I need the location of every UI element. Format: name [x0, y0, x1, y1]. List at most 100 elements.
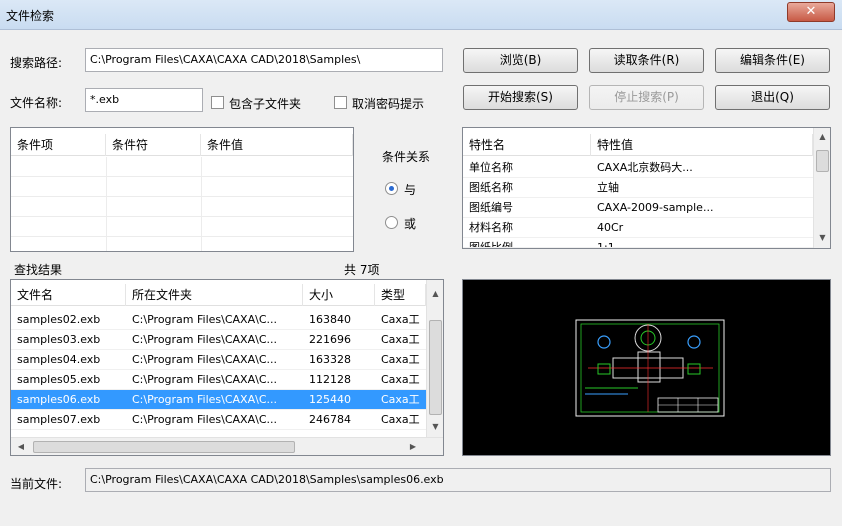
col-property-name[interactable]: 特性名	[463, 134, 591, 156]
property-row[interactable]: 图纸比例 1:1	[463, 238, 813, 248]
property-value: CAXA-2009-sample...	[597, 201, 714, 214]
col-property-value[interactable]: 特性值	[591, 134, 813, 156]
property-value: 40Cr	[597, 221, 624, 234]
result-type: Caxa工	[381, 313, 420, 326]
result-size: 163840	[309, 313, 351, 326]
col-condition-value[interactable]: 条件值	[201, 134, 353, 156]
conditions-header: 条件项 条件符 条件值	[11, 134, 353, 156]
condition-relation-label: 条件关系	[382, 150, 431, 164]
results-count: 共 7项	[344, 263, 380, 277]
scroll-thumb[interactable]	[33, 441, 295, 453]
cancel-password-checkbox[interactable]	[334, 96, 347, 109]
result-type: Caxa工	[381, 413, 420, 426]
result-folder: C:\Program Files\CAXA\C...	[132, 353, 277, 366]
edit-conditions-button[interactable]: 编辑条件(E)	[715, 48, 830, 73]
property-value: 1:1	[597, 241, 615, 248]
result-row-selected[interactable]: samples06.exb C:\Program Files\CAXA\C...…	[11, 390, 426, 410]
result-size: 125440	[309, 393, 351, 406]
property-name: 图纸名称	[469, 181, 513, 194]
title-bar	[0, 0, 842, 30]
relation-and-radio[interactable]	[385, 182, 398, 195]
cancel-password-label: 取消密码提示	[352, 97, 425, 111]
result-row[interactable]: samples03.exb C:\Program Files\CAXA\C...…	[11, 330, 426, 350]
scroll-left-icon[interactable]: ◀	[15, 441, 27, 453]
result-file-name: samples03.exb	[17, 333, 101, 346]
result-size: 246784	[309, 413, 351, 426]
read-conditions-button[interactable]: 读取条件(R)	[589, 48, 704, 73]
result-folder: C:\Program Files\CAXA\C...	[132, 393, 277, 406]
current-file-label: 当前文件:	[10, 477, 63, 491]
scroll-right-icon[interactable]: ▶	[407, 441, 419, 453]
property-name: 图纸编号	[469, 201, 513, 214]
results-header: 文件名 所在文件夹 大小 类型	[11, 284, 426, 306]
result-type: Caxa工	[381, 393, 420, 406]
col-condition-item[interactable]: 条件项	[11, 134, 106, 156]
property-name: 材料名称	[469, 221, 513, 234]
drawing-preview	[462, 279, 831, 456]
search-path-input[interactable]: C:\Program Files\CAXA\CAXA CAD\2018\Samp…	[85, 48, 443, 72]
result-folder: C:\Program Files\CAXA\C...	[132, 313, 277, 326]
exit-button[interactable]: 退出(Q)	[715, 85, 830, 110]
col-condition-operator[interactable]: 条件符	[106, 134, 201, 156]
results-list[interactable]: 文件名 所在文件夹 大小 类型 samples02.exb C:\Program…	[10, 279, 444, 456]
result-folder: C:\Program Files\CAXA\C...	[132, 373, 277, 386]
results-label: 查找结果	[14, 263, 63, 277]
start-search-button[interactable]: 开始搜索(S)	[463, 85, 578, 110]
properties-header: 特性名 特性值	[463, 134, 813, 156]
conditions-grid-divider	[201, 157, 202, 251]
current-file-path: C:\Program Files\CAXA\CAXA CAD\2018\Samp…	[85, 468, 831, 492]
result-row[interactable]: samples07.exb C:\Program Files\CAXA\C...…	[11, 410, 426, 430]
col-type[interactable]: 类型	[375, 284, 426, 306]
conditions-list[interactable]: 条件项 条件符 条件值	[10, 127, 354, 252]
include-subfolders-checkbox[interactable]	[211, 96, 224, 109]
scroll-up-icon[interactable]: ▲	[816, 131, 829, 143]
window-title: 文件检索	[6, 9, 55, 23]
result-file-name: samples02.exb	[17, 313, 101, 326]
result-folder: C:\Program Files\CAXA\C...	[132, 333, 277, 346]
scroll-thumb[interactable]	[429, 320, 442, 415]
result-file-name: samples05.exb	[17, 373, 101, 386]
scroll-up-icon[interactable]: ▲	[429, 288, 442, 300]
result-row[interactable]: samples02.exb C:\Program Files\CAXA\C...…	[11, 310, 426, 330]
result-file-name: samples07.exb	[17, 413, 101, 426]
search-path-label: 搜索路径:	[10, 56, 63, 70]
close-button[interactable]: ✕	[787, 2, 835, 22]
property-name: 单位名称	[469, 161, 513, 174]
property-row[interactable]: 图纸名称 立轴	[463, 178, 813, 198]
result-file-name: samples06.exb	[17, 393, 101, 406]
file-name-input[interactable]: *.exb	[85, 88, 203, 112]
relation-or-label: 或	[404, 217, 417, 231]
property-row[interactable]: 材料名称 40Cr	[463, 218, 813, 238]
property-row[interactable]: 单位名称 CAXA北京数码大...	[463, 158, 813, 178]
results-hscrollbar[interactable]: ◀ ▶	[11, 437, 443, 455]
result-folder: C:\Program Files\CAXA\C...	[132, 413, 277, 426]
include-subfolders-label: 包含子文件夹	[229, 97, 302, 111]
result-size: 112128	[309, 373, 351, 386]
property-value: 立轴	[597, 181, 619, 194]
result-size: 163328	[309, 353, 351, 366]
result-row[interactable]: samples04.exb C:\Program Files\CAXA\C...…	[11, 350, 426, 370]
property-name: 图纸比例	[469, 241, 513, 248]
scroll-down-icon[interactable]: ▼	[429, 421, 442, 433]
relation-or-radio[interactable]	[385, 216, 398, 229]
result-type: Caxa工	[381, 373, 420, 386]
properties-list[interactable]: 特性名 特性值 单位名称 CAXA北京数码大... 图纸名称 立轴 图纸编号 C…	[462, 127, 831, 249]
result-row[interactable]: samples05.exb C:\Program Files\CAXA\C...…	[11, 370, 426, 390]
cad-drawing-thumbnail	[575, 319, 725, 417]
result-file-name: samples04.exb	[17, 353, 101, 366]
results-vscrollbar[interactable]: ▲ ▼	[426, 280, 443, 437]
result-type: Caxa工	[381, 353, 420, 366]
scroll-thumb[interactable]	[816, 150, 829, 172]
relation-and-label: 与	[404, 183, 417, 197]
browse-button[interactable]: 浏览(B)	[463, 48, 578, 73]
scroll-down-icon[interactable]: ▼	[816, 232, 829, 244]
col-file-name[interactable]: 文件名	[11, 284, 126, 306]
col-folder[interactable]: 所在文件夹	[126, 284, 303, 306]
stop-search-button[interactable]: 停止搜索(P)	[589, 85, 704, 110]
properties-scrollbar[interactable]: ▲ ▼	[813, 128, 830, 248]
conditions-grid	[11, 157, 353, 251]
conditions-grid-divider	[106, 157, 107, 251]
property-row[interactable]: 图纸编号 CAXA-2009-sample...	[463, 198, 813, 218]
result-type: Caxa工	[381, 333, 420, 346]
col-size[interactable]: 大小	[303, 284, 375, 306]
